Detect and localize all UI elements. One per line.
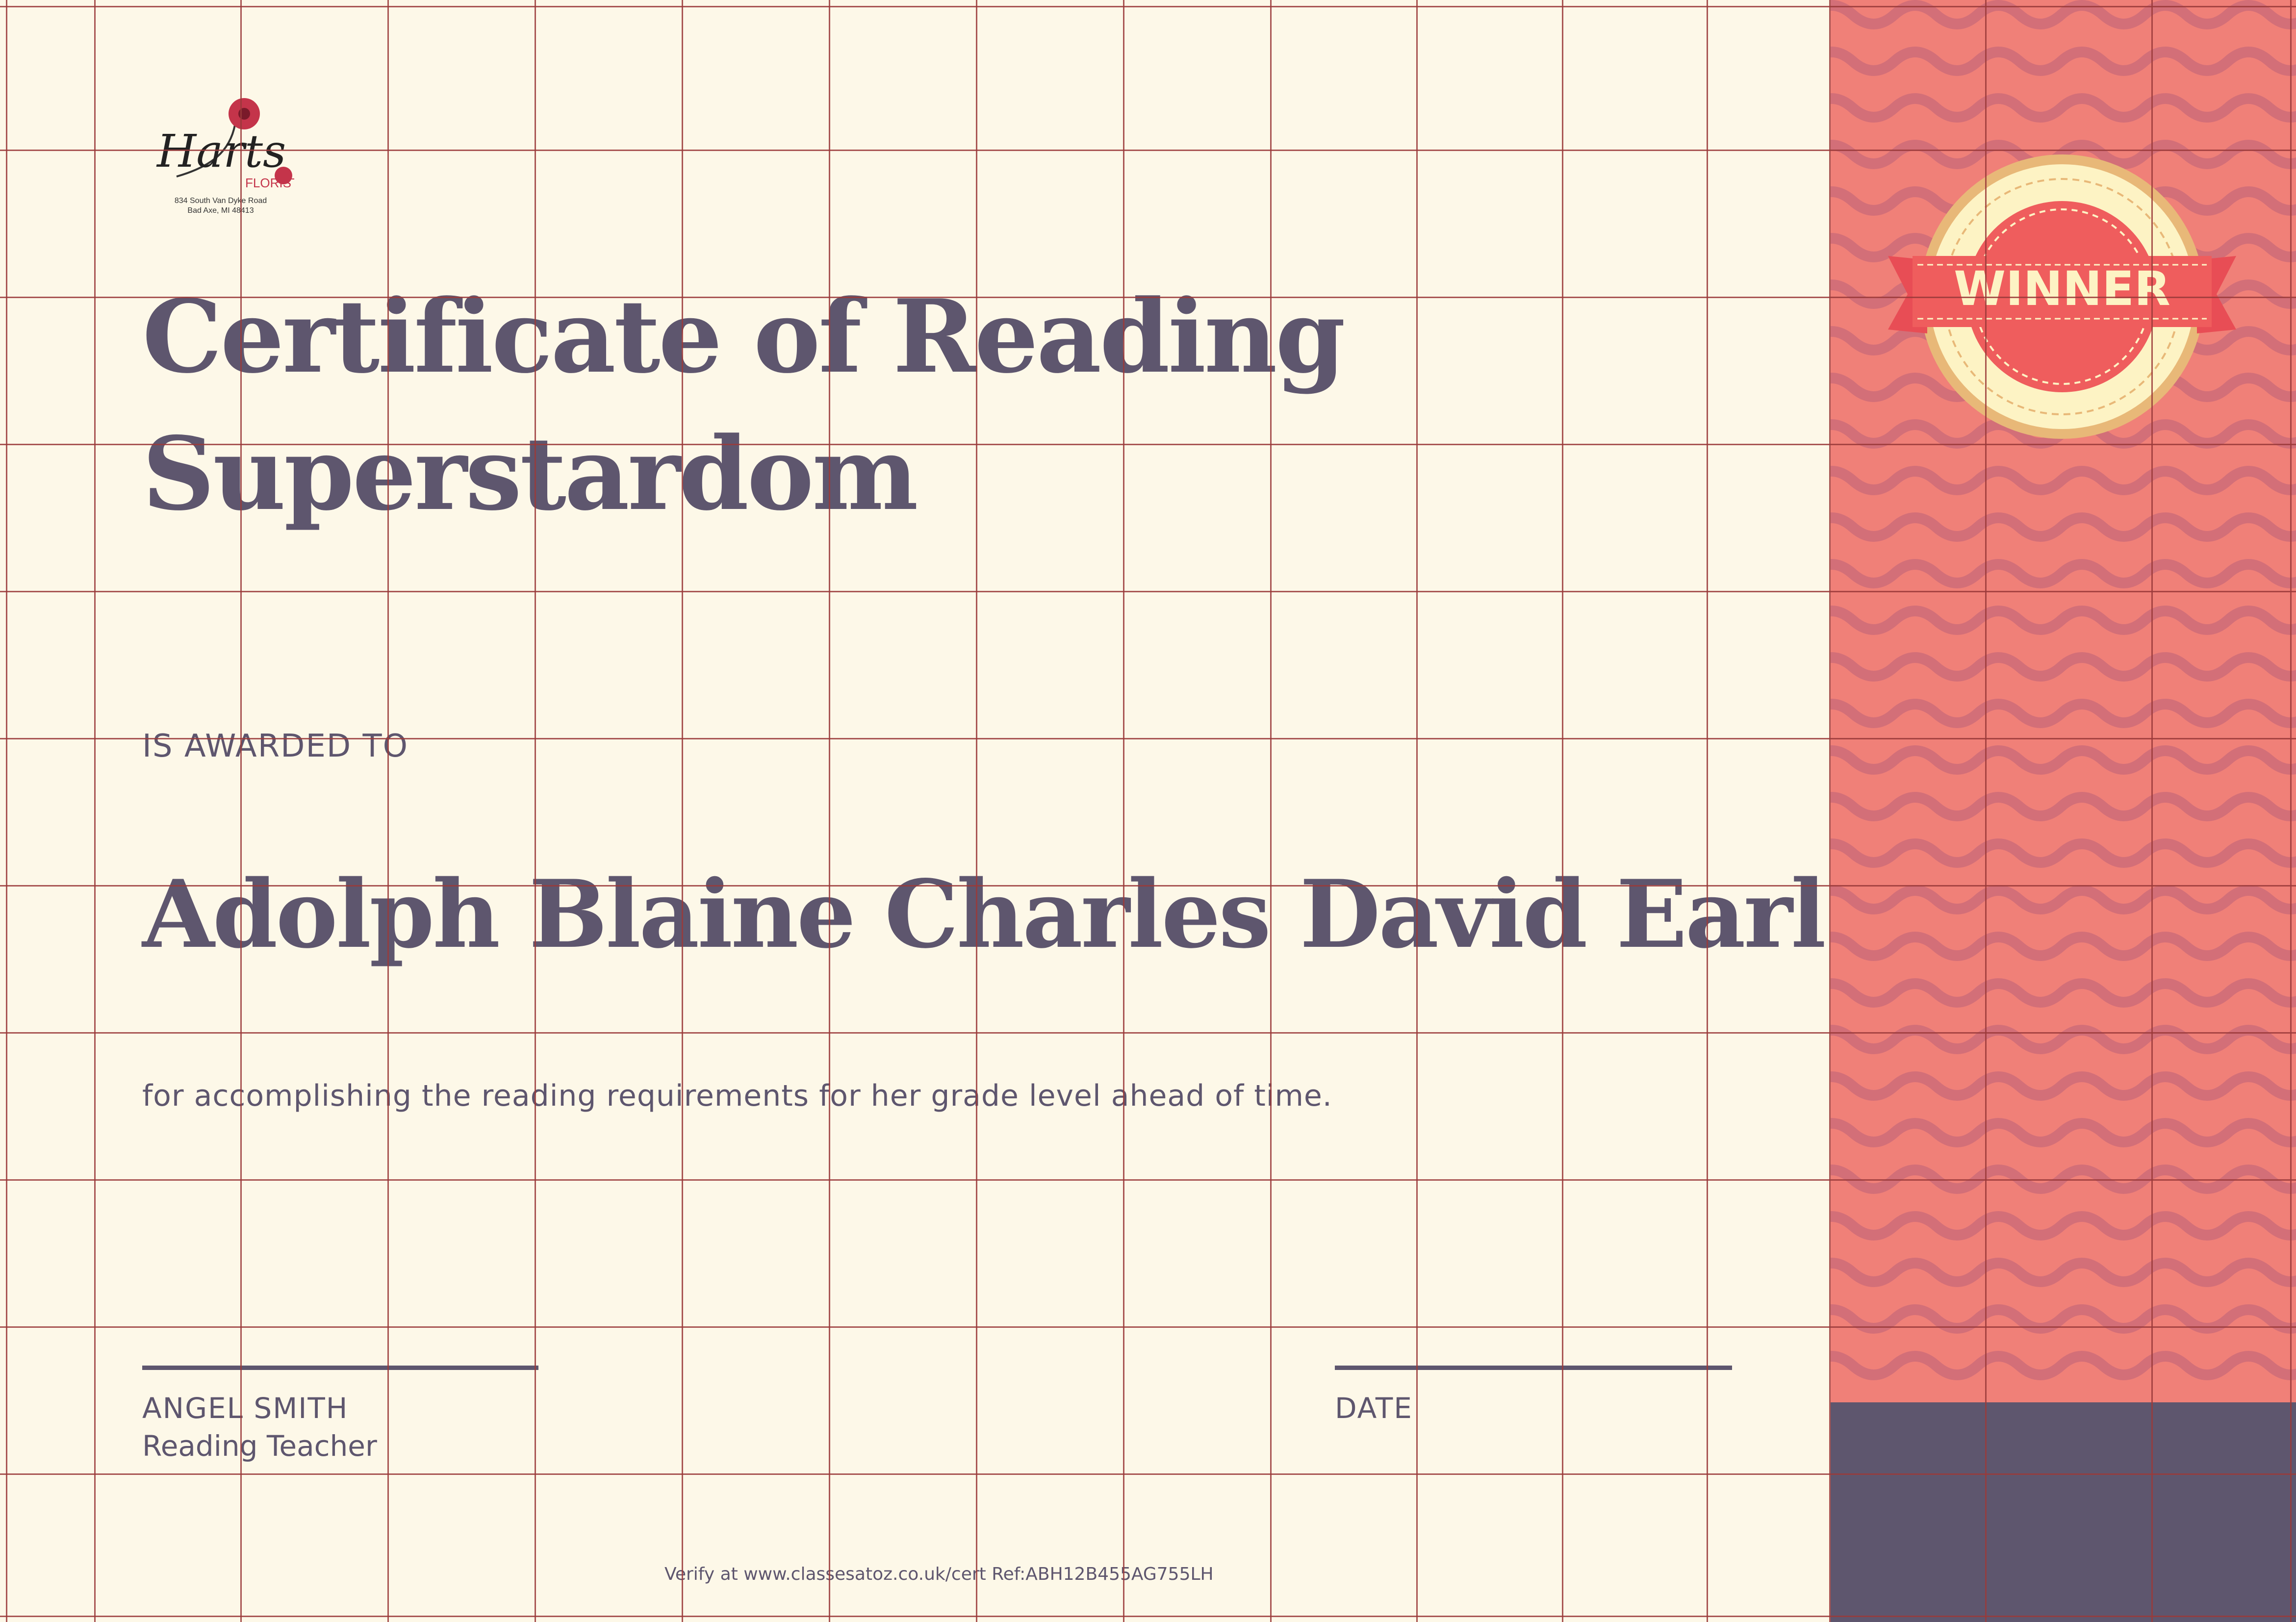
logo-address-line1: 834 South Van Dyke Road xyxy=(174,197,267,205)
grid-line-vertical xyxy=(535,0,536,1622)
winner-badge: WINNER xyxy=(1888,154,2236,439)
logo-address: 834 South Van Dyke Road Bad Axe, MI 4841… xyxy=(157,196,284,216)
grid-line-vertical xyxy=(387,0,389,1622)
grid-line-vertical xyxy=(6,0,7,1622)
wave-stripe xyxy=(1831,838,2296,868)
logo-tagline: FLORIST xyxy=(245,176,294,190)
recipient-name: Adolph Blaine Charles David Earl xyxy=(142,860,1826,969)
logo-brand: Harts xyxy=(156,125,286,177)
wave-stripe xyxy=(1831,699,2296,728)
grid-line-vertical xyxy=(1123,0,1124,1622)
grid-line-horizontal xyxy=(0,1473,2296,1475)
grid-line-horizontal xyxy=(0,1179,2296,1181)
wave-stripe xyxy=(1831,1211,2296,1241)
grid-line-vertical xyxy=(2151,0,2153,1622)
grid-line-horizontal xyxy=(0,738,2296,739)
grid-line-vertical xyxy=(1829,0,1831,1622)
grid-line-horizontal xyxy=(0,6,2296,7)
date-line xyxy=(1335,1366,1732,1370)
certificate-title-line1: Certificate of Reading xyxy=(142,278,1346,396)
grid-line-horizontal xyxy=(0,1616,2296,1617)
wave-stripe xyxy=(1831,1258,2296,1287)
logo-address-line2: Bad Axe, MI 48413 xyxy=(187,206,254,215)
wave-stripe xyxy=(1831,0,2296,29)
wave-stripe xyxy=(1831,978,2296,1008)
wave-stripe xyxy=(1831,466,2296,495)
wave-stripe xyxy=(1831,1304,2296,1334)
grid-line-vertical xyxy=(829,0,830,1622)
signatory-role: Reading Teacher xyxy=(142,1429,377,1463)
wave-stripe xyxy=(1831,1351,2296,1380)
grid-line-horizontal xyxy=(0,591,2296,592)
wave-stripe xyxy=(1831,932,2296,961)
grid-line-vertical xyxy=(1270,0,1272,1622)
grid-line-horizontal xyxy=(0,444,2296,445)
date-label: DATE xyxy=(1335,1392,1413,1425)
grid-line-vertical xyxy=(2290,0,2292,1622)
wave-stripe xyxy=(1831,885,2296,914)
grid-line-horizontal xyxy=(0,1032,2296,1034)
wave-stripe xyxy=(1831,792,2296,821)
wave-stripe xyxy=(1831,1071,2296,1101)
grid-line-vertical xyxy=(976,0,977,1622)
wave-stripe xyxy=(1831,652,2296,682)
wave-stripe xyxy=(1831,47,2296,76)
grid-line-vertical xyxy=(94,0,96,1622)
wave-stripe xyxy=(1831,512,2296,542)
certificate-title-line2: Superstardom xyxy=(142,415,918,533)
wave-stripe xyxy=(1831,1118,2296,1147)
verify-text: Verify at www.classesatoz.co.uk/cert Ref… xyxy=(664,1564,1214,1584)
signature-line xyxy=(142,1366,538,1370)
award-reason: for accomplishing the reading requiremen… xyxy=(142,1079,1332,1113)
grid-line-horizontal xyxy=(0,297,2296,298)
wave-stripe xyxy=(1831,606,2296,635)
signatory-name: ANGEL SMITH xyxy=(142,1392,349,1425)
grid-line-vertical xyxy=(1707,0,1708,1622)
grid-line-vertical xyxy=(682,0,683,1622)
ribbon-bottom-band xyxy=(1831,1402,2296,1622)
wave-stripe xyxy=(1831,745,2296,775)
awarded-label: IS AWARDED TO xyxy=(142,728,408,764)
grid-line-vertical xyxy=(1985,0,1987,1622)
grid-line-vertical xyxy=(1416,0,1418,1622)
grid-line-vertical xyxy=(240,0,242,1622)
wave-stripe xyxy=(1831,559,2296,588)
grid-line-horizontal xyxy=(0,885,2296,887)
certificate-page: WINNER Harts FLORIST 834 South Van Dyke … xyxy=(0,0,2296,1622)
wave-stripe xyxy=(1831,93,2296,123)
grid-line-vertical xyxy=(1562,0,1563,1622)
grid-line-horizontal xyxy=(0,150,2296,151)
grid-line-horizontal xyxy=(0,1326,2296,1328)
